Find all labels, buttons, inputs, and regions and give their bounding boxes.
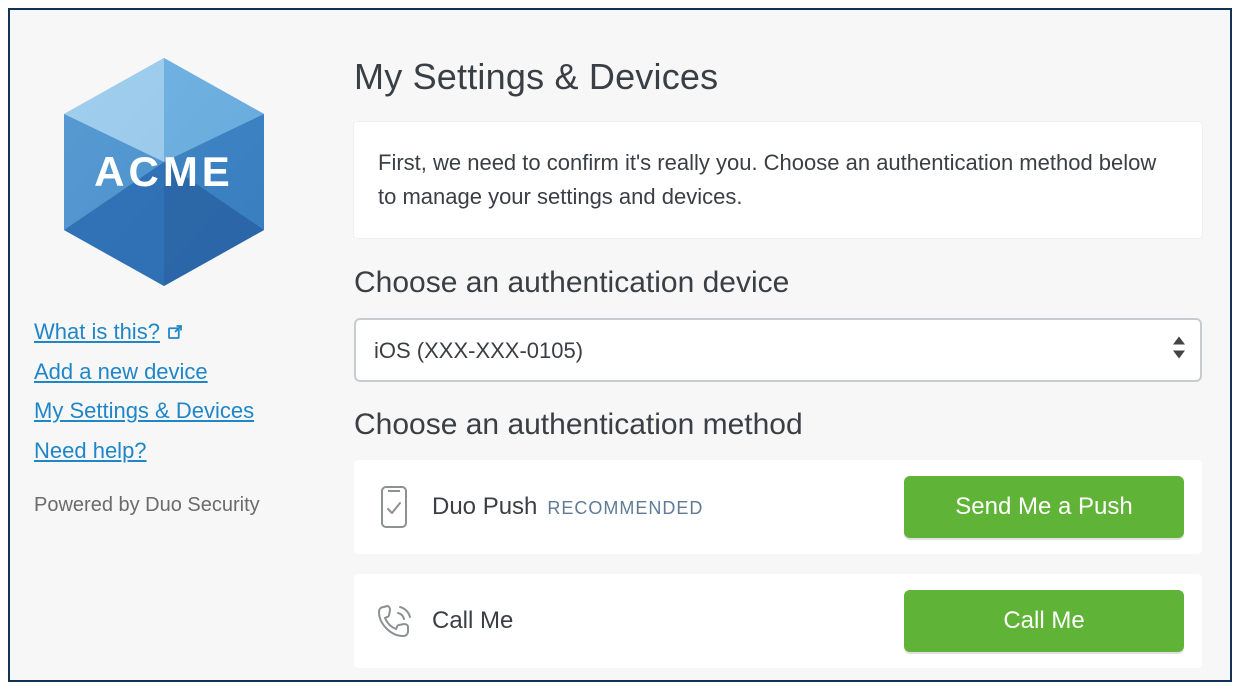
sidebar-links: What is this? Add a new device My Settin… xyxy=(34,318,254,464)
send-push-button[interactable]: Send Me a Push xyxy=(904,476,1184,538)
link-add-device[interactable]: Add a new device xyxy=(34,358,254,386)
method-name: Call Me xyxy=(432,607,513,635)
link-label: Need help? xyxy=(34,437,147,465)
page-title: My Settings & Devices xyxy=(354,56,1202,98)
brand-name-text: ACME xyxy=(94,148,234,195)
method-badge: RECOMMENDED xyxy=(547,498,703,519)
method-label: Call Me xyxy=(432,607,513,635)
method-heading: Choose an authentication method xyxy=(354,408,1202,442)
method-row-call: Call Me Call Me xyxy=(354,574,1202,668)
link-what-is-this[interactable]: What is this? xyxy=(34,318,254,346)
link-label: Add a new device xyxy=(34,358,208,386)
acme-logo-icon: ACME xyxy=(54,52,274,292)
method-name: Duo Push xyxy=(432,493,537,521)
auth-frame: ACME What is this? Add a new device My S… xyxy=(8,8,1232,682)
method-label: Duo Push RECOMMENDED xyxy=(432,493,703,521)
link-need-help[interactable]: Need help? xyxy=(34,437,254,465)
external-link-icon xyxy=(166,323,184,341)
powered-by: Powered by Duo Security xyxy=(34,494,260,517)
phone-ring-icon xyxy=(372,601,416,641)
phone-check-icon xyxy=(372,485,416,529)
link-label: What is this? xyxy=(34,318,160,346)
link-label: My Settings & Devices xyxy=(34,397,254,425)
method-row-push: Duo Push RECOMMENDED Send Me a Push xyxy=(354,460,1202,554)
sidebar: ACME What is this? Add a new device My S… xyxy=(34,34,314,517)
main-panel: My Settings & Devices First, we need to … xyxy=(354,34,1206,688)
device-select-wrap: iOS (XXX-XXX-0105) xyxy=(354,318,1202,382)
device-heading: Choose an authentication device xyxy=(354,266,1202,300)
info-banner: First, we need to confirm it's really yo… xyxy=(354,122,1202,238)
device-select[interactable]: iOS (XXX-XXX-0105) xyxy=(354,318,1202,382)
link-my-settings[interactable]: My Settings & Devices xyxy=(34,397,254,425)
call-me-button[interactable]: Call Me xyxy=(904,590,1184,652)
brand-logo: ACME xyxy=(34,52,294,292)
